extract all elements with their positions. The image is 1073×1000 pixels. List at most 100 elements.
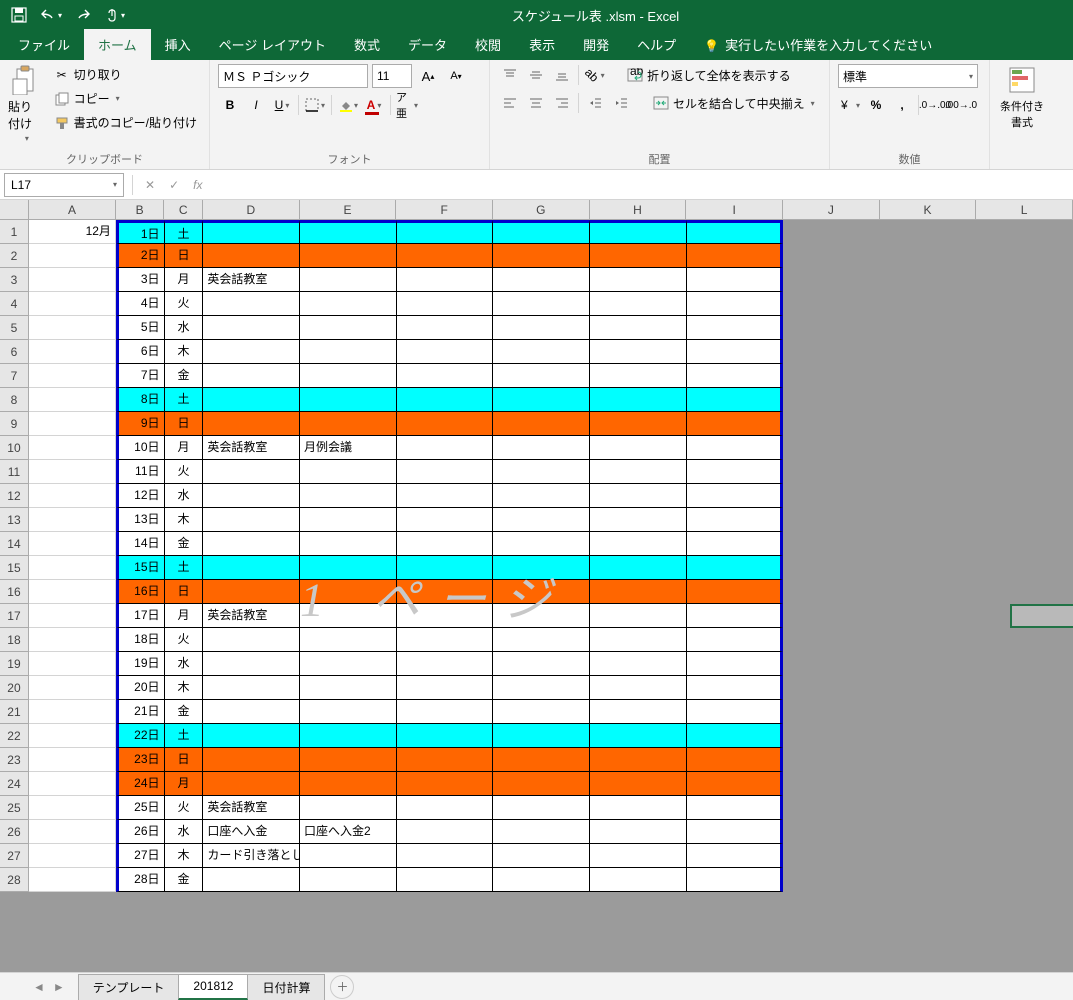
col-header-K[interactable]: K [880, 200, 977, 220]
cell-I7[interactable] [687, 364, 784, 388]
cell-E5[interactable] [300, 316, 397, 340]
border-button[interactable]: ▾ [303, 94, 327, 116]
cell-F17[interactable] [397, 604, 494, 628]
cell-I12[interactable] [687, 484, 784, 508]
cell-I11[interactable] [687, 460, 784, 484]
cell-H17[interactable] [590, 604, 687, 628]
cell-C1[interactable]: 土 [165, 220, 204, 244]
row-header-9[interactable]: 9 [0, 412, 29, 436]
cell-K24[interactable] [880, 772, 977, 796]
cell-J15[interactable] [783, 556, 880, 580]
cell-J24[interactable] [783, 772, 880, 796]
col-header-B[interactable]: B [116, 200, 164, 220]
cell-F10[interactable] [397, 436, 494, 460]
cell-G11[interactable] [493, 460, 590, 484]
cell-A19[interactable] [29, 652, 116, 676]
col-header-I[interactable]: I [686, 200, 783, 220]
cell-L14[interactable] [976, 532, 1073, 556]
cell-G27[interactable] [493, 844, 590, 868]
ribbon-tab-ページ レイアウト[interactable]: ページ レイアウト [205, 29, 340, 60]
cell-K6[interactable] [880, 340, 977, 364]
cell-K10[interactable] [880, 436, 977, 460]
paste-button[interactable]: 貼り付け ▾ [8, 64, 44, 143]
cell-C21[interactable]: 金 [165, 700, 204, 724]
cell-B20[interactable]: 20日 [116, 676, 165, 700]
increase-decimal-button[interactable]: .0→.00 [923, 94, 947, 116]
cell-B15[interactable]: 15日 [116, 556, 165, 580]
row-header-25[interactable]: 25 [0, 796, 29, 820]
cell-B8[interactable]: 8日 [116, 388, 165, 412]
cell-A28[interactable] [29, 868, 116, 892]
cell-A9[interactable] [29, 412, 116, 436]
row-header-1[interactable]: 1 [0, 220, 29, 244]
cell-L27[interactable] [976, 844, 1073, 868]
sheet-tab-201812[interactable]: 201812 [178, 974, 248, 1000]
cell-K23[interactable] [880, 748, 977, 772]
cell-F19[interactable] [397, 652, 494, 676]
cell-E2[interactable] [300, 244, 397, 268]
cell-A24[interactable] [29, 772, 116, 796]
decrease-decimal-button[interactable]: .00→.0 [949, 94, 973, 116]
cell-B23[interactable]: 23日 [116, 748, 165, 772]
cell-G3[interactable] [493, 268, 590, 292]
cell-L19[interactable] [976, 652, 1073, 676]
cell-D5[interactable] [203, 316, 300, 340]
cell-C11[interactable]: 火 [165, 460, 204, 484]
font-color-button[interactable]: A▾ [362, 94, 386, 116]
undo-button[interactable]: ▾ [40, 4, 62, 26]
copy-button[interactable]: コピー▾ [50, 88, 201, 109]
row-header-7[interactable]: 7 [0, 364, 29, 388]
cell-I19[interactable] [687, 652, 784, 676]
cell-D21[interactable] [203, 700, 300, 724]
conditional-formatting-button[interactable]: 条件付き書式 [998, 64, 1046, 130]
cell-E14[interactable] [300, 532, 397, 556]
cell-G24[interactable] [493, 772, 590, 796]
cell-B6[interactable]: 6日 [116, 340, 165, 364]
cell-F3[interactable] [397, 268, 494, 292]
tell-me-input[interactable]: 💡実行したい作業を入力してください [690, 29, 946, 60]
cell-E1[interactable] [300, 220, 397, 244]
cell-L23[interactable] [976, 748, 1073, 772]
col-header-L[interactable]: L [976, 200, 1073, 220]
cell-F28[interactable] [397, 868, 494, 892]
cell-K1[interactable] [880, 220, 977, 244]
col-header-C[interactable]: C [164, 200, 203, 220]
cell-C18[interactable]: 火 [165, 628, 204, 652]
cell-J7[interactable] [783, 364, 880, 388]
cell-E22[interactable] [300, 724, 397, 748]
cell-K13[interactable] [880, 508, 977, 532]
cell-H3[interactable] [590, 268, 687, 292]
cell-K9[interactable] [880, 412, 977, 436]
cell-E17[interactable] [300, 604, 397, 628]
cell-L22[interactable] [976, 724, 1073, 748]
cell-G14[interactable] [493, 532, 590, 556]
cell-E18[interactable] [300, 628, 397, 652]
cell-D8[interactable] [203, 388, 300, 412]
cell-B2[interactable]: 2日 [116, 244, 165, 268]
cell-F23[interactable] [397, 748, 494, 772]
cell-J12[interactable] [783, 484, 880, 508]
sheet-nav-next[interactable]: ► [50, 980, 68, 994]
cell-K8[interactable] [880, 388, 977, 412]
cell-A1[interactable]: 12月 [29, 220, 116, 244]
cell-A8[interactable] [29, 388, 116, 412]
cell-G7[interactable] [493, 364, 590, 388]
cell-K27[interactable] [880, 844, 977, 868]
cell-J21[interactable] [783, 700, 880, 724]
cell-H6[interactable] [590, 340, 687, 364]
cell-C13[interactable]: 木 [165, 508, 204, 532]
cell-K15[interactable] [880, 556, 977, 580]
cell-I5[interactable] [687, 316, 784, 340]
cell-L26[interactable] [976, 820, 1073, 844]
cell-J14[interactable] [783, 532, 880, 556]
col-header-F[interactable]: F [396, 200, 493, 220]
col-header-G[interactable]: G [493, 200, 590, 220]
cell-H27[interactable] [590, 844, 687, 868]
decrease-font-button[interactable]: A▾ [444, 65, 468, 87]
cell-H25[interactable] [590, 796, 687, 820]
cell-H24[interactable] [590, 772, 687, 796]
cell-I15[interactable] [687, 556, 784, 580]
cell-B24[interactable]: 24日 [116, 772, 165, 796]
cell-L24[interactable] [976, 772, 1073, 796]
comma-format-button[interactable]: , [890, 94, 914, 116]
